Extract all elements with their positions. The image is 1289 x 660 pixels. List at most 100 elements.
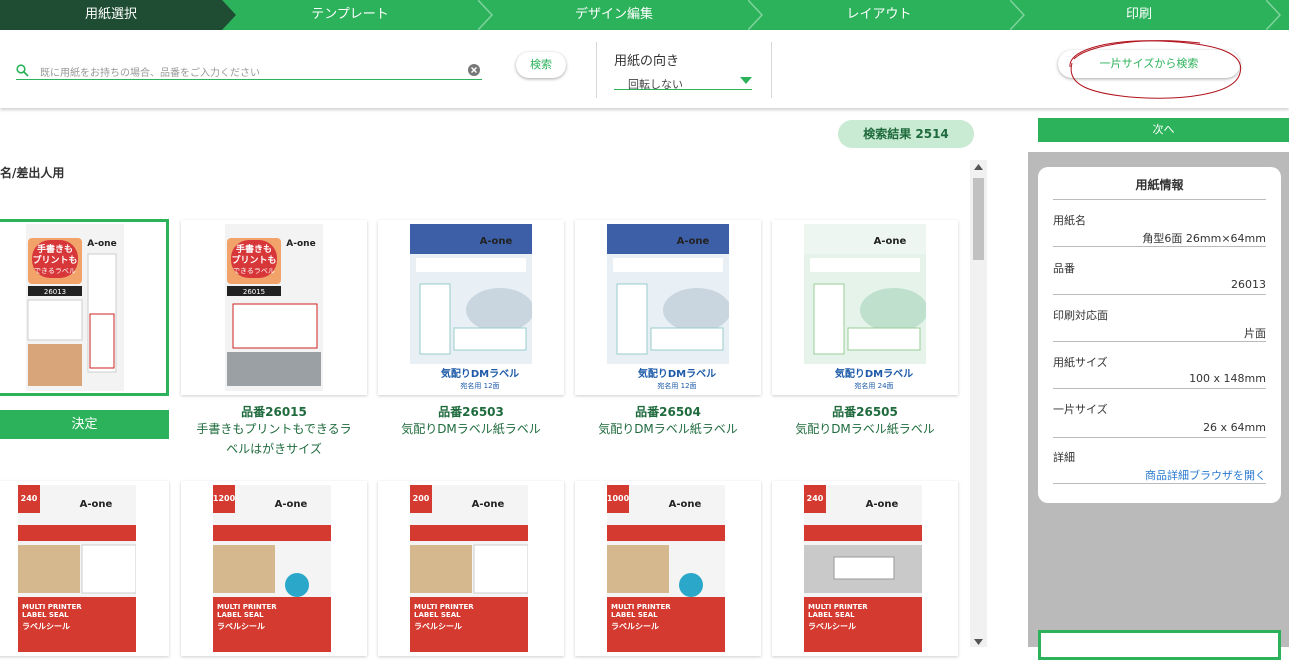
wizard-bar: 用紙選択 テンプレート デザイン編集 レイアウト 印刷 (0, 0, 1289, 30)
product-image: 手書きも プリントも できるラベル A-one 26013 (26, 224, 124, 391)
product-card[interactable]: 240 A-one MULTI PRINTER LABEL SEAL ラベルシー… (0, 481, 169, 656)
info-value: 26 x 64mm (1203, 421, 1266, 434)
brand-logo: A-one (874, 236, 907, 247)
product-number-text: 26013 (44, 288, 66, 296)
caret-down-icon (740, 77, 752, 84)
orientation-select[interactable]: 回転しない (614, 74, 752, 91)
paper-info-title: 用紙情報 (1135, 178, 1184, 192)
scroll-down-icon[interactable] (974, 639, 983, 645)
product-label-text: ラベルシール (611, 622, 659, 631)
product-name: 手書きもプリントもできるラベルはがきサイズ (196, 422, 352, 456)
product-image: 1000 A-one MULTI PRINTER LABEL SEAL ラベルシ… (607, 485, 725, 652)
sheet-count-text: 240 (807, 494, 824, 503)
product-card[interactable]: 200 A-one MULTI PRINTER LABEL SEAL ラベルシー… (378, 481, 564, 656)
product-detail-link[interactable]: 商品詳細ブラウザを開く (1145, 467, 1266, 483)
brand-logo: A-one (480, 236, 513, 247)
product-code: 品番26504 (635, 405, 701, 419)
search-button[interactable]: 検索 (516, 52, 566, 78)
step-template[interactable]: テンプレート (236, 0, 464, 30)
product-card[interactable]: 手書きも プリントも できるラベル A-one 26013 (0, 219, 169, 396)
clear-icon[interactable] (468, 64, 480, 76)
product-label-text: LABEL SEAL (217, 611, 264, 619)
product-image: A-one 気配りDMラベル 宛名用 12面 (607, 224, 729, 391)
toolbar-divider (596, 42, 597, 98)
scroll-up-icon[interactable] (974, 164, 983, 170)
search-input[interactable]: 既に用紙をお持ちの場合、品番をご入力ください (16, 62, 482, 80)
product-label-text: MULTI PRINTER (217, 603, 277, 611)
scroll-thumb[interactable] (973, 178, 984, 260)
product-label-text: できるラベル (34, 267, 76, 275)
toolbar-divider (771, 42, 772, 98)
info-label: 用紙名 (1053, 214, 1086, 227)
info-value: 26013 (1231, 278, 1266, 291)
step-paper-select[interactable]: 用紙選択 (0, 0, 222, 30)
product-label-text: プリントも (32, 254, 77, 266)
product-code: 品番26015 (241, 405, 307, 419)
product-image: 240 A-one MULTI PRINTER LABEL SEAL ラベルシー… (804, 485, 922, 652)
info-divider (1053, 388, 1266, 389)
product-image: 1200 A-one MULTI PRINTER LABEL SEAL ラベルシ… (213, 485, 331, 652)
product-card[interactable]: 手書きも プリントも できるラベル A-one 26015 (181, 220, 367, 395)
brand-logo: A-one (866, 499, 899, 510)
step-layout[interactable]: レイアウト (762, 0, 996, 30)
paper-info-card: 用紙情報 用紙名 角型6面 26mm×64mm 品番 26013 印刷対応面 片… (1038, 167, 1281, 503)
product-name: 気配りDMラベル紙ラベル (598, 422, 738, 436)
product-card[interactable]: 240 A-one MULTI PRINTER LABEL SEAL ラベルシー… (772, 481, 958, 656)
info-label: 印刷対応面 (1053, 309, 1108, 322)
sheet-count-text: 200 (413, 494, 430, 503)
sheet-count-text: 240 (21, 494, 38, 503)
info-divider (1053, 199, 1266, 200)
product-card[interactable]: A-one 気配りDMラベル 宛名用 24面 (772, 220, 958, 395)
product-label-text: MULTI PRINTER (808, 603, 868, 611)
brand-logo: A-one (87, 239, 116, 249)
search-toolbar: 既に用紙をお持ちの場合、品番をご入力ください 検索 用紙の向き 回転しない 一片… (0, 30, 1289, 108)
step-design-edit[interactable]: デザイン編集 (492, 0, 736, 30)
product-label-text: MULTI PRINTER (611, 603, 671, 611)
product-image: A-one 気配りDMラベル 宛名用 24面 (804, 224, 926, 391)
category-heading: 名/差出人用 (0, 166, 65, 180)
info-divider (1053, 437, 1266, 438)
product-image: A-one 気配りDMラベル 宛名用 12面 (410, 224, 532, 391)
brand-logo: A-one (669, 499, 702, 510)
info-label: 一片サイズ (1053, 403, 1108, 416)
product-code: 品番26505 (832, 405, 898, 419)
info-value: 100 x 148mm (1189, 372, 1266, 385)
info-divider (1053, 294, 1266, 295)
product-tagline-text: 宛名用 12面 (460, 381, 499, 390)
next-button[interactable]: 次へ (1038, 118, 1289, 142)
product-title-text: 気配りDMラベル (637, 367, 716, 380)
results-scrollbar[interactable] (970, 160, 987, 647)
product-tagline-text: 宛名用 24面 (854, 381, 893, 390)
product-card[interactable]: A-one 気配りDMラベル 宛名用 12面 (378, 220, 564, 395)
info-divider (1053, 483, 1266, 484)
brand-logo: A-one (80, 499, 113, 510)
product-label-text: MULTI PRINTER (414, 603, 474, 611)
product-name: 気配りDMラベル紙ラベル (401, 422, 541, 436)
product-title-text: 気配りDMラベル (834, 367, 913, 380)
product-number-text: 26015 (243, 288, 265, 296)
preview-box (1038, 630, 1281, 660)
product-label-text: ラベルシール (22, 622, 70, 631)
info-label: 用紙サイズ (1053, 356, 1108, 369)
orientation-value: 回転しない (628, 78, 683, 91)
step-print[interactable]: 印刷 (1024, 0, 1254, 30)
info-label: 品番 (1053, 262, 1075, 275)
search-placeholder: 既に用紙をお持ちの場合、品番をご入力ください (40, 68, 260, 79)
orientation-title: 用紙の向き (614, 54, 680, 69)
brand-logo: A-one (472, 499, 505, 510)
sheet-count-text: 1000 (607, 494, 630, 503)
decide-button[interactable]: 決定 (0, 410, 169, 439)
info-value: 角型6面 26mm×64mm (1142, 232, 1266, 245)
results-count-badge: 検索結果 2514 (838, 120, 974, 148)
product-image: 手書きも プリントも できるラベル A-one 26015 (225, 224, 323, 391)
product-label-text: できるラベル (233, 267, 275, 275)
product-label-text: ラベルシール (217, 622, 265, 631)
product-card[interactable]: 1200 A-one MULTI PRINTER LABEL SEAL ラベルシ… (181, 481, 367, 656)
product-card[interactable]: A-one 気配りDMラベル 宛名用 12面 (575, 220, 761, 395)
sheet-count-text: 1200 (213, 494, 236, 503)
product-image: 240 A-one MULTI PRINTER LABEL SEAL ラベルシー… (18, 485, 136, 652)
product-label-text: LABEL SEAL (414, 611, 461, 619)
brand-logo: A-one (677, 236, 710, 247)
product-card[interactable]: 1000 A-one MULTI PRINTER LABEL SEAL ラベルシ… (575, 481, 761, 656)
product-label-text: ラベルシール (808, 622, 856, 631)
